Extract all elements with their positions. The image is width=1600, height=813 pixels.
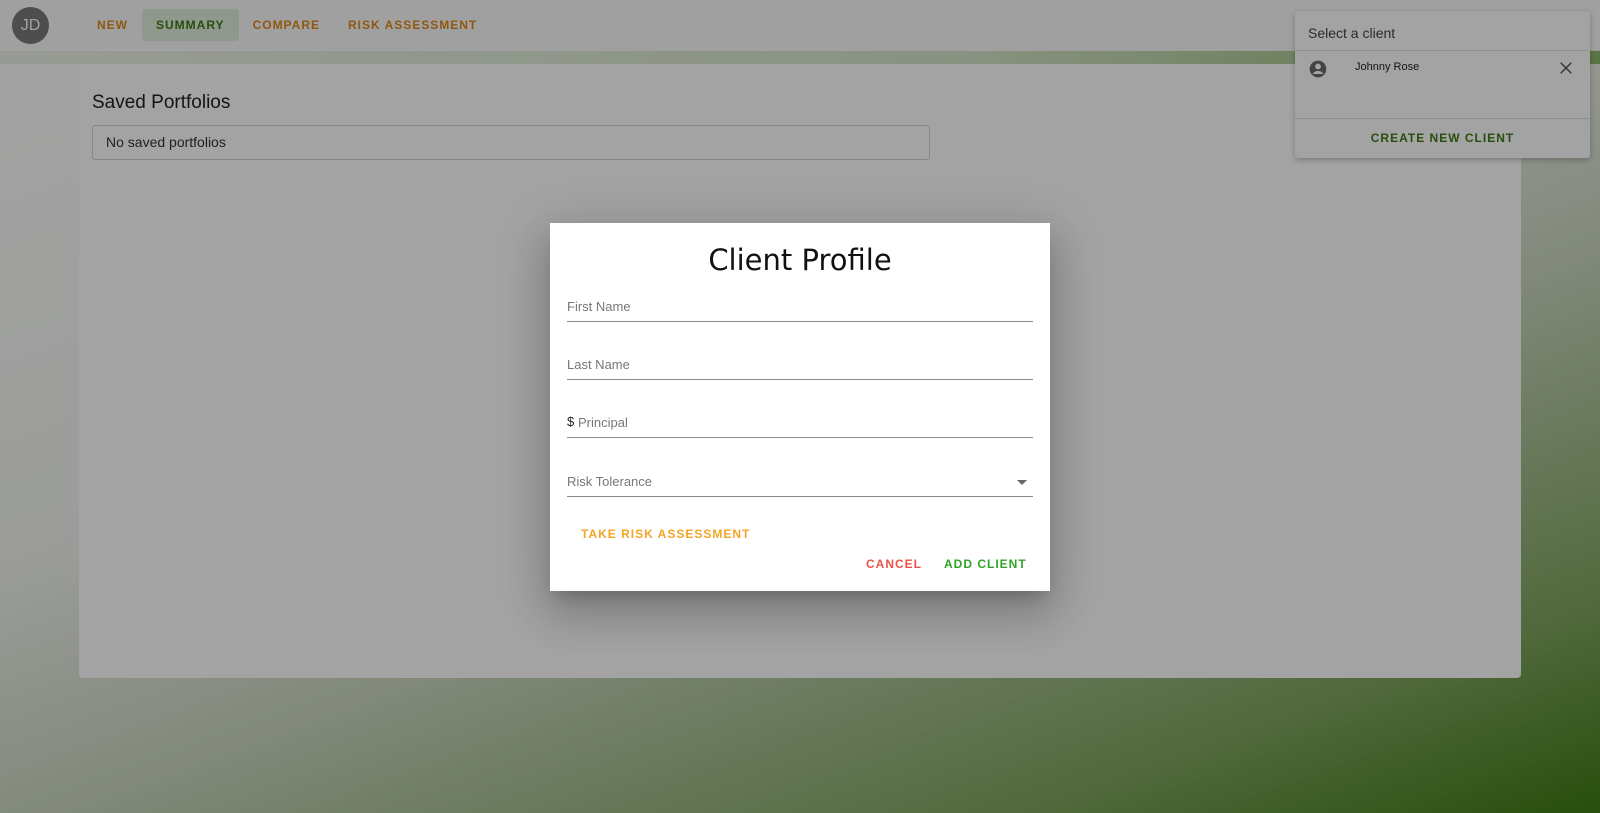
last-name-input[interactable] bbox=[567, 350, 1033, 378]
dialog-title: Client Profile bbox=[708, 243, 892, 277]
dropdown-arrow-icon bbox=[1017, 480, 1027, 485]
cancel-button[interactable]: CANCEL bbox=[852, 551, 936, 577]
take-risk-assessment-button[interactable]: TAKE RISK ASSESSMENT bbox=[567, 521, 764, 547]
first-name-input[interactable] bbox=[567, 292, 1033, 320]
principal-field: $ bbox=[567, 408, 1033, 438]
risk-tolerance-select[interactable]: Risk Tolerance bbox=[567, 467, 1033, 497]
client-profile-dialog: Client Profile $ Risk Tolerance TAKE RIS… bbox=[550, 223, 1050, 591]
principal-input[interactable] bbox=[567, 408, 1033, 436]
first-name-field bbox=[567, 292, 1033, 322]
add-client-button[interactable]: ADD CLIENT bbox=[930, 551, 1041, 577]
risk-tolerance-label: Risk Tolerance bbox=[567, 474, 653, 489]
last-name-field bbox=[567, 350, 1033, 380]
currency-prefix: $ bbox=[567, 414, 575, 429]
